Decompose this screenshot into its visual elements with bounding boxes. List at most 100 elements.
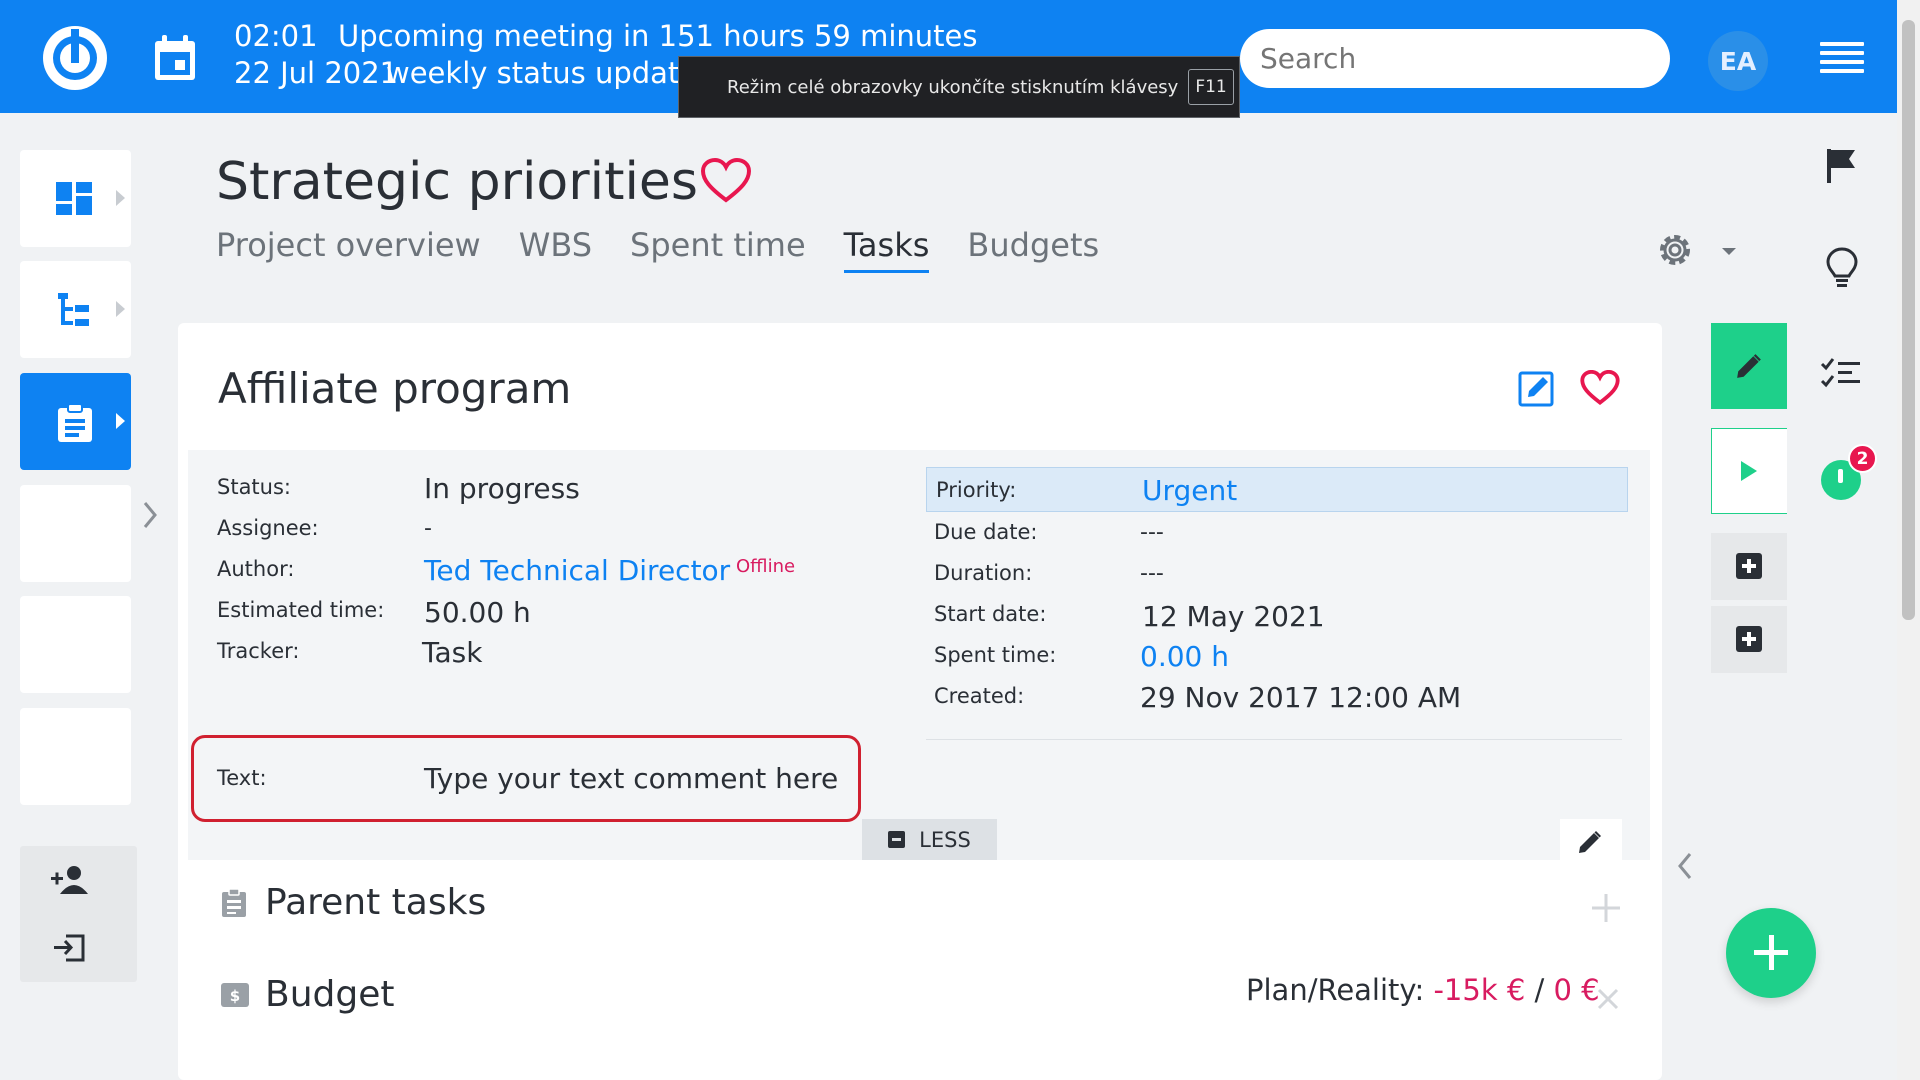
less-label: LESS [919,827,971,852]
lightbulb-icon[interactable] [1825,246,1859,290]
priority-value[interactable]: Urgent [1142,474,1237,507]
chevron-right-icon [116,413,125,429]
sidebar-item-wbs[interactable] [20,261,131,358]
favorite-heart-icon[interactable] [1580,370,1620,406]
status-value[interactable]: In progress [424,472,580,505]
text-field-highlight [191,735,861,822]
meeting-notice-line-2[interactable]: 22 Jul 2021weekly status update [234,56,697,90]
tooltip-key: F11 [1188,69,1234,105]
pencil-icon [1579,831,1601,853]
pencil-icon [1737,354,1761,378]
sidebar-item-dashboard[interactable] [20,150,131,247]
gear-icon[interactable] [1654,229,1696,271]
priority-highlight [926,467,1628,512]
fullscreen-tooltip: Režim celé obrazovky ukončíte stisknutím… [678,56,1240,118]
edit-icon[interactable] [1518,369,1556,407]
chevron-left-icon[interactable] [1676,851,1694,881]
sign-in-icon[interactable] [52,933,86,963]
money-icon: $ [221,983,249,1007]
tab-tasks[interactable]: Tasks [843,226,930,273]
meeting-time: 02:01 [234,19,318,53]
add-user-icon[interactable] [50,864,90,896]
spent-time-value[interactable]: 0.00 h [1140,640,1229,673]
sidebar-item-tasks[interactable] [20,373,131,470]
add-subtask-button[interactable] [1711,533,1787,600]
meeting-title: Upcoming meeting in 151 hours 59 minutes [338,19,978,53]
search-input[interactable] [1240,29,1670,88]
chevron-right-icon[interactable] [142,500,158,530]
plan-value: -15k € [1433,973,1526,1007]
spent-time-label: Spent time: [934,643,1057,667]
assignee-label: Assignee: [217,516,319,540]
checklist-icon[interactable] [1820,356,1862,390]
created-label: Created: [934,684,1025,708]
duration-value[interactable]: --- [1140,561,1164,586]
author-status: Offline [736,556,796,577]
clipboard-icon [58,403,92,442]
tab-wbs[interactable]: WBS [519,226,592,273]
start-date-value[interactable]: 12 May 2021 [1142,600,1325,633]
attributes-divider [926,739,1622,740]
close-icon[interactable] [1597,988,1619,1010]
status-label: Status: [217,475,291,499]
add-button[interactable] [1726,908,1816,998]
dashboard-icon [56,182,92,215]
scrollbar-thumb[interactable] [1902,20,1915,620]
estimated-time-label: Estimated time: [217,598,385,622]
sidebar-item-empty-3[interactable] [20,708,131,805]
task-title: Affiliate program [218,364,572,413]
author-link[interactable]: Ted Technical Director [424,554,730,587]
app-logo-icon[interactable] [40,23,110,93]
menu-icon[interactable] [1820,42,1864,74]
hierarchy-icon [58,293,89,326]
budget-heading[interactable]: Budget [265,974,394,1015]
project-tabs: Project overview WBS Spent time Tasks Bu… [216,226,1137,273]
collapse-icon [888,831,906,848]
add-icon [1736,626,1762,652]
due-date-label: Due date: [934,520,1038,544]
edit-task-button[interactable] [1711,323,1787,409]
add-parent-task-icon[interactable] [1592,894,1620,922]
add-related-button[interactable] [1711,606,1787,673]
estimated-time-value[interactable]: 50.00 h [424,596,531,629]
due-date-value[interactable]: --- [1140,520,1164,545]
scrollbar[interactable] [1897,0,1920,1080]
priority-label: Priority: [936,478,1017,502]
page-title: Strategic priorities [216,152,698,212]
plan-reality-summary: Plan/Reality: -15k € / 0 € [1246,973,1600,1007]
assignee-value[interactable]: - [424,516,432,541]
tab-project-overview[interactable]: Project overview [216,226,481,273]
edit-attributes-button[interactable] [1560,819,1622,860]
reality-value: 0 € [1553,973,1600,1007]
play-icon [1741,461,1757,481]
start-timer-button[interactable] [1711,428,1787,514]
tab-spent-time[interactable]: Spent time [630,226,806,273]
created-value: 29 Nov 2017 12:00 AM [1140,681,1462,714]
add-icon [1736,553,1762,579]
less-button[interactable]: LESS [862,819,997,860]
favorite-heart-icon[interactable] [700,158,752,204]
sidebar-bottom-actions [20,846,137,982]
tracker-label: Tracker: [217,639,300,663]
plan-reality-label: Plan/Reality: [1246,973,1425,1007]
duration-label: Duration: [934,561,1033,585]
avatar[interactable]: EA [1708,31,1768,91]
chevron-right-icon [116,301,125,317]
plan-reality-separator: / [1534,973,1545,1007]
tooltip-text: Režim celé obrazovky ukončíte stisknutím… [727,76,1179,98]
tracker-value[interactable]: Task [422,636,482,669]
chevron-down-icon[interactable] [1722,248,1736,255]
clipboard-icon [222,888,246,917]
meeting-notice-line-1[interactable]: 02:01 Upcoming meeting in 151 hours 59 mi… [234,19,978,53]
svg-text:$: $ [230,987,240,1005]
calendar-icon[interactable] [153,34,197,82]
timer-badge: 2 [1848,444,1877,473]
meeting-name: weekly status update [386,56,698,90]
sidebar-item-empty-2[interactable] [20,596,131,693]
chevron-right-icon [116,190,125,206]
meeting-date: 22 Jul 2021 [234,56,399,90]
flag-icon[interactable] [1825,148,1859,184]
tab-budgets[interactable]: Budgets [967,226,1099,273]
sidebar-item-empty-1[interactable] [20,485,131,582]
parent-tasks-heading[interactable]: Parent tasks [265,882,486,923]
